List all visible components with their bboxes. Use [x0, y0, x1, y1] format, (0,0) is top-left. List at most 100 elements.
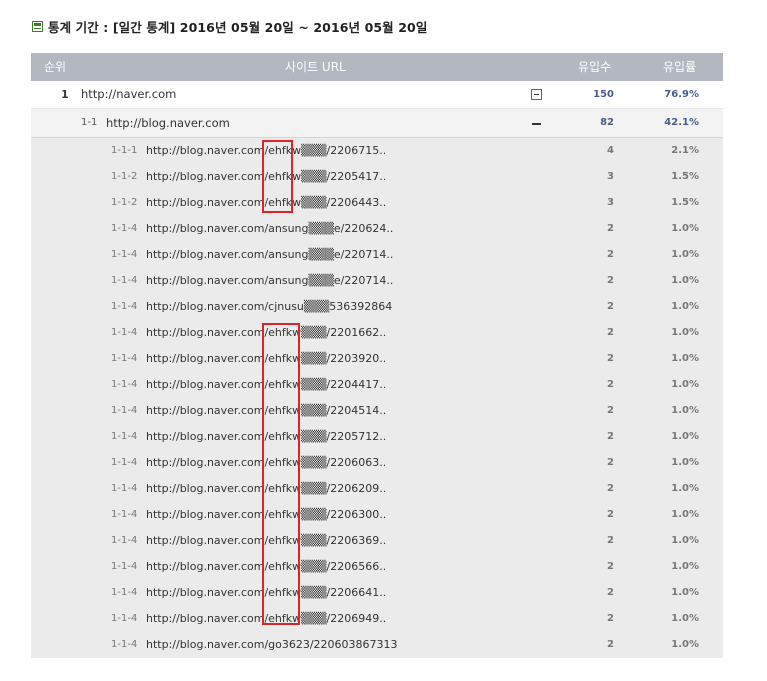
- table-row: 1-1-4 http://blog.naver.com/cjnusu▒▒▒5363…: [31, 294, 723, 320]
- row-rate: 42.1%: [664, 117, 699, 128]
- row-count: 2: [607, 275, 614, 286]
- row-count: 2: [607, 639, 614, 650]
- row-rate: 1.0%: [671, 639, 699, 650]
- row-url[interactable]: http://blog.naver.com/ansung▒▒▒e/220714.…: [146, 268, 393, 294]
- row-rank: 1-1-4: [111, 249, 138, 260]
- row-url[interactable]: http://naver.com: [81, 81, 176, 108]
- row-url[interactable]: http://blog.naver.com/ehfkw▒▒▒/2206369..: [146, 528, 386, 554]
- row-count: 4: [607, 145, 614, 156]
- row-url[interactable]: http://blog.naver.com/cjnusu▒▒▒536392864: [146, 294, 392, 320]
- referrer-table: 순위 사이트 URL 유입수 유입률 1 http://naver.com 15…: [31, 53, 723, 658]
- detail-rows: 1-1-1 http://blog.naver.com/ehfkw▒▒▒/2206…: [31, 138, 723, 658]
- table-row: 1-1-4 http://blog.naver.com/ehfkw▒▒▒/2203…: [31, 346, 723, 372]
- row-rate: 1.0%: [671, 483, 699, 494]
- row-count: 2: [607, 561, 614, 572]
- row-rank: 1-1-2: [111, 171, 138, 182]
- row-rank: 1-1-4: [111, 223, 138, 234]
- table-row: 1-1-4 http://blog.naver.com/ansung▒▒▒e/22…: [31, 242, 723, 268]
- row-count: 2: [607, 509, 614, 520]
- row-rate: 1.0%: [671, 301, 699, 312]
- row-rate: 1.0%: [671, 457, 699, 468]
- row-rank: 1-1: [81, 117, 98, 128]
- row-rate: 1.0%: [671, 561, 699, 572]
- row-rank: 1-1-4: [111, 535, 138, 546]
- row-rank: 1-1-4: [111, 483, 138, 494]
- row-url[interactable]: http://blog.naver.com/ehfkw▒▒▒/2206715..: [146, 138, 386, 164]
- table-row: 1-1-4 http://blog.naver.com/ansung▒▒▒e/22…: [31, 216, 723, 242]
- row-rate: 1.5%: [671, 171, 699, 182]
- row-url[interactable]: http://blog.naver.com/ehfkw▒▒▒/2203920..: [146, 346, 386, 372]
- row-url[interactable]: http://blog.naver.com/go3623/22060386731…: [146, 632, 398, 658]
- table-row: 1-1-4 http://blog.naver.com/ehfkw▒▒▒/2206…: [31, 554, 723, 580]
- row-count: 2: [607, 431, 614, 442]
- row-url[interactable]: http://blog.naver.com/ansung▒▒▒e/220624.…: [146, 216, 393, 242]
- row-rank: 1-1-4: [111, 353, 138, 364]
- row-count: 3: [607, 197, 614, 208]
- row-url[interactable]: http://blog.naver.com/ehfkw▒▒▒/2206641..: [146, 580, 386, 606]
- collapse-icon[interactable]: [531, 89, 542, 100]
- row-rank: 1-1-4: [111, 613, 138, 624]
- row-rate: 1.0%: [671, 275, 699, 286]
- row-rank: 1-1-1: [111, 145, 138, 156]
- row-rank: 1-1-4: [111, 561, 138, 572]
- row-count: 2: [607, 535, 614, 546]
- row-url[interactable]: http://blog.naver.com/ehfkw▒▒▒/2204417..: [146, 372, 386, 398]
- table-row: 1-1-4 http://blog.naver.com/ehfkw▒▒▒/2204…: [31, 398, 723, 424]
- stats-period-text: 통계 기간 : [일간 통계] 2016년 05월 20일 ~ 2016년 05…: [48, 19, 428, 35]
- row-rank: 1-1-4: [111, 587, 138, 598]
- row-rate: 1.0%: [671, 249, 699, 260]
- row-rate: 1.0%: [671, 379, 699, 390]
- row-url[interactable]: http://blog.naver.com/ehfkw▒▒▒/2206300..: [146, 502, 386, 528]
- table-row: 1-1-4 http://blog.naver.com/ehfkw▒▒▒/2206…: [31, 528, 723, 554]
- table-row: 1-1-4 http://blog.naver.com/ehfkw▒▒▒/2205…: [31, 424, 723, 450]
- table-row: 1-1-1 http://blog.naver.com/ehfkw▒▒▒/2206…: [31, 138, 723, 164]
- row-count: 2: [607, 457, 614, 468]
- row-rank: 1-1-4: [111, 509, 138, 520]
- row-rate: 1.0%: [671, 509, 699, 520]
- row-url[interactable]: http://blog.naver.com/ehfkw▒▒▒/2206209..: [146, 476, 386, 502]
- table-row-sub: 1-1 http://blog.naver.com 82 42.1%: [31, 109, 723, 138]
- row-rank: 1-1-4: [111, 327, 138, 338]
- row-rank: 1-1-4: [111, 275, 138, 286]
- row-url[interactable]: http://blog.naver.com/ehfkw▒▒▒/2205417..: [146, 164, 386, 190]
- table-header: 순위 사이트 URL 유입수 유입률: [31, 53, 723, 81]
- row-rate: 1.5%: [671, 197, 699, 208]
- row-url[interactable]: http://blog.naver.com/ehfkw▒▒▒/2206443..: [146, 190, 386, 216]
- row-url[interactable]: http://blog.naver.com: [106, 109, 230, 137]
- row-rate: 1.0%: [671, 613, 699, 624]
- row-rate: 1.0%: [671, 405, 699, 416]
- table-row: 1-1-4 http://blog.naver.com/ehfkw▒▒▒/2206…: [31, 502, 723, 528]
- row-url[interactable]: http://blog.naver.com/ehfkw▒▒▒/2201662..: [146, 320, 386, 346]
- table-row: 1-1-4 http://blog.naver.com/ehfkw▒▒▒/2201…: [31, 320, 723, 346]
- row-rank: 1-1-4: [111, 301, 138, 312]
- table-row: 1-1-2 http://blog.naver.com/ehfkw▒▒▒/2205…: [31, 164, 723, 190]
- row-count: 2: [607, 587, 614, 598]
- row-url[interactable]: http://blog.naver.com/ansung▒▒▒e/220714.…: [146, 242, 393, 268]
- row-rank: 1: [61, 88, 69, 101]
- column-rate: 유입률: [663, 60, 697, 74]
- row-rank: 1-1-4: [111, 457, 138, 468]
- row-url[interactable]: http://blog.naver.com/ehfkw▒▒▒/2206949..: [146, 606, 386, 632]
- table-row: 1-1-4 http://blog.naver.com/ehfkw▒▒▒/2206…: [31, 476, 723, 502]
- row-count: 2: [607, 249, 614, 260]
- table-row: 1-1-4 http://blog.naver.com/ansung▒▒▒e/22…: [31, 268, 723, 294]
- row-count: 82: [600, 117, 614, 128]
- row-url[interactable]: http://blog.naver.com/ehfkw▒▒▒/2205712..: [146, 424, 386, 450]
- row-url[interactable]: http://blog.naver.com/ehfkw▒▒▒/2206063..: [146, 450, 386, 476]
- row-count: 2: [607, 327, 614, 338]
- row-rate: 1.0%: [671, 431, 699, 442]
- table-row: 1-1-4 http://blog.naver.com/ehfkw▒▒▒/2206…: [31, 450, 723, 476]
- row-rate: 1.0%: [671, 535, 699, 546]
- table-row: 1-1-4 http://blog.naver.com/ehfkw▒▒▒/2206…: [31, 580, 723, 606]
- row-url[interactable]: http://blog.naver.com/ehfkw▒▒▒/2204514..: [146, 398, 386, 424]
- table-row: 1-1-4 http://blog.naver.com/ehfkw▒▒▒/2206…: [31, 606, 723, 632]
- table-row: 1-1-4 http://blog.naver.com/go3623/220603…: [31, 632, 723, 658]
- row-count: 2: [607, 405, 614, 416]
- row-rank: 1-1-4: [111, 405, 138, 416]
- table-row: 1-1-4 http://blog.naver.com/ehfkw▒▒▒/2204…: [31, 372, 723, 398]
- collapse-icon[interactable]: [531, 118, 542, 129]
- row-rank: 1-1-4: [111, 379, 138, 390]
- row-url[interactable]: http://blog.naver.com/ehfkw▒▒▒/2206566..: [146, 554, 386, 580]
- table-icon: [32, 20, 43, 32]
- row-rate: 76.9%: [664, 89, 699, 100]
